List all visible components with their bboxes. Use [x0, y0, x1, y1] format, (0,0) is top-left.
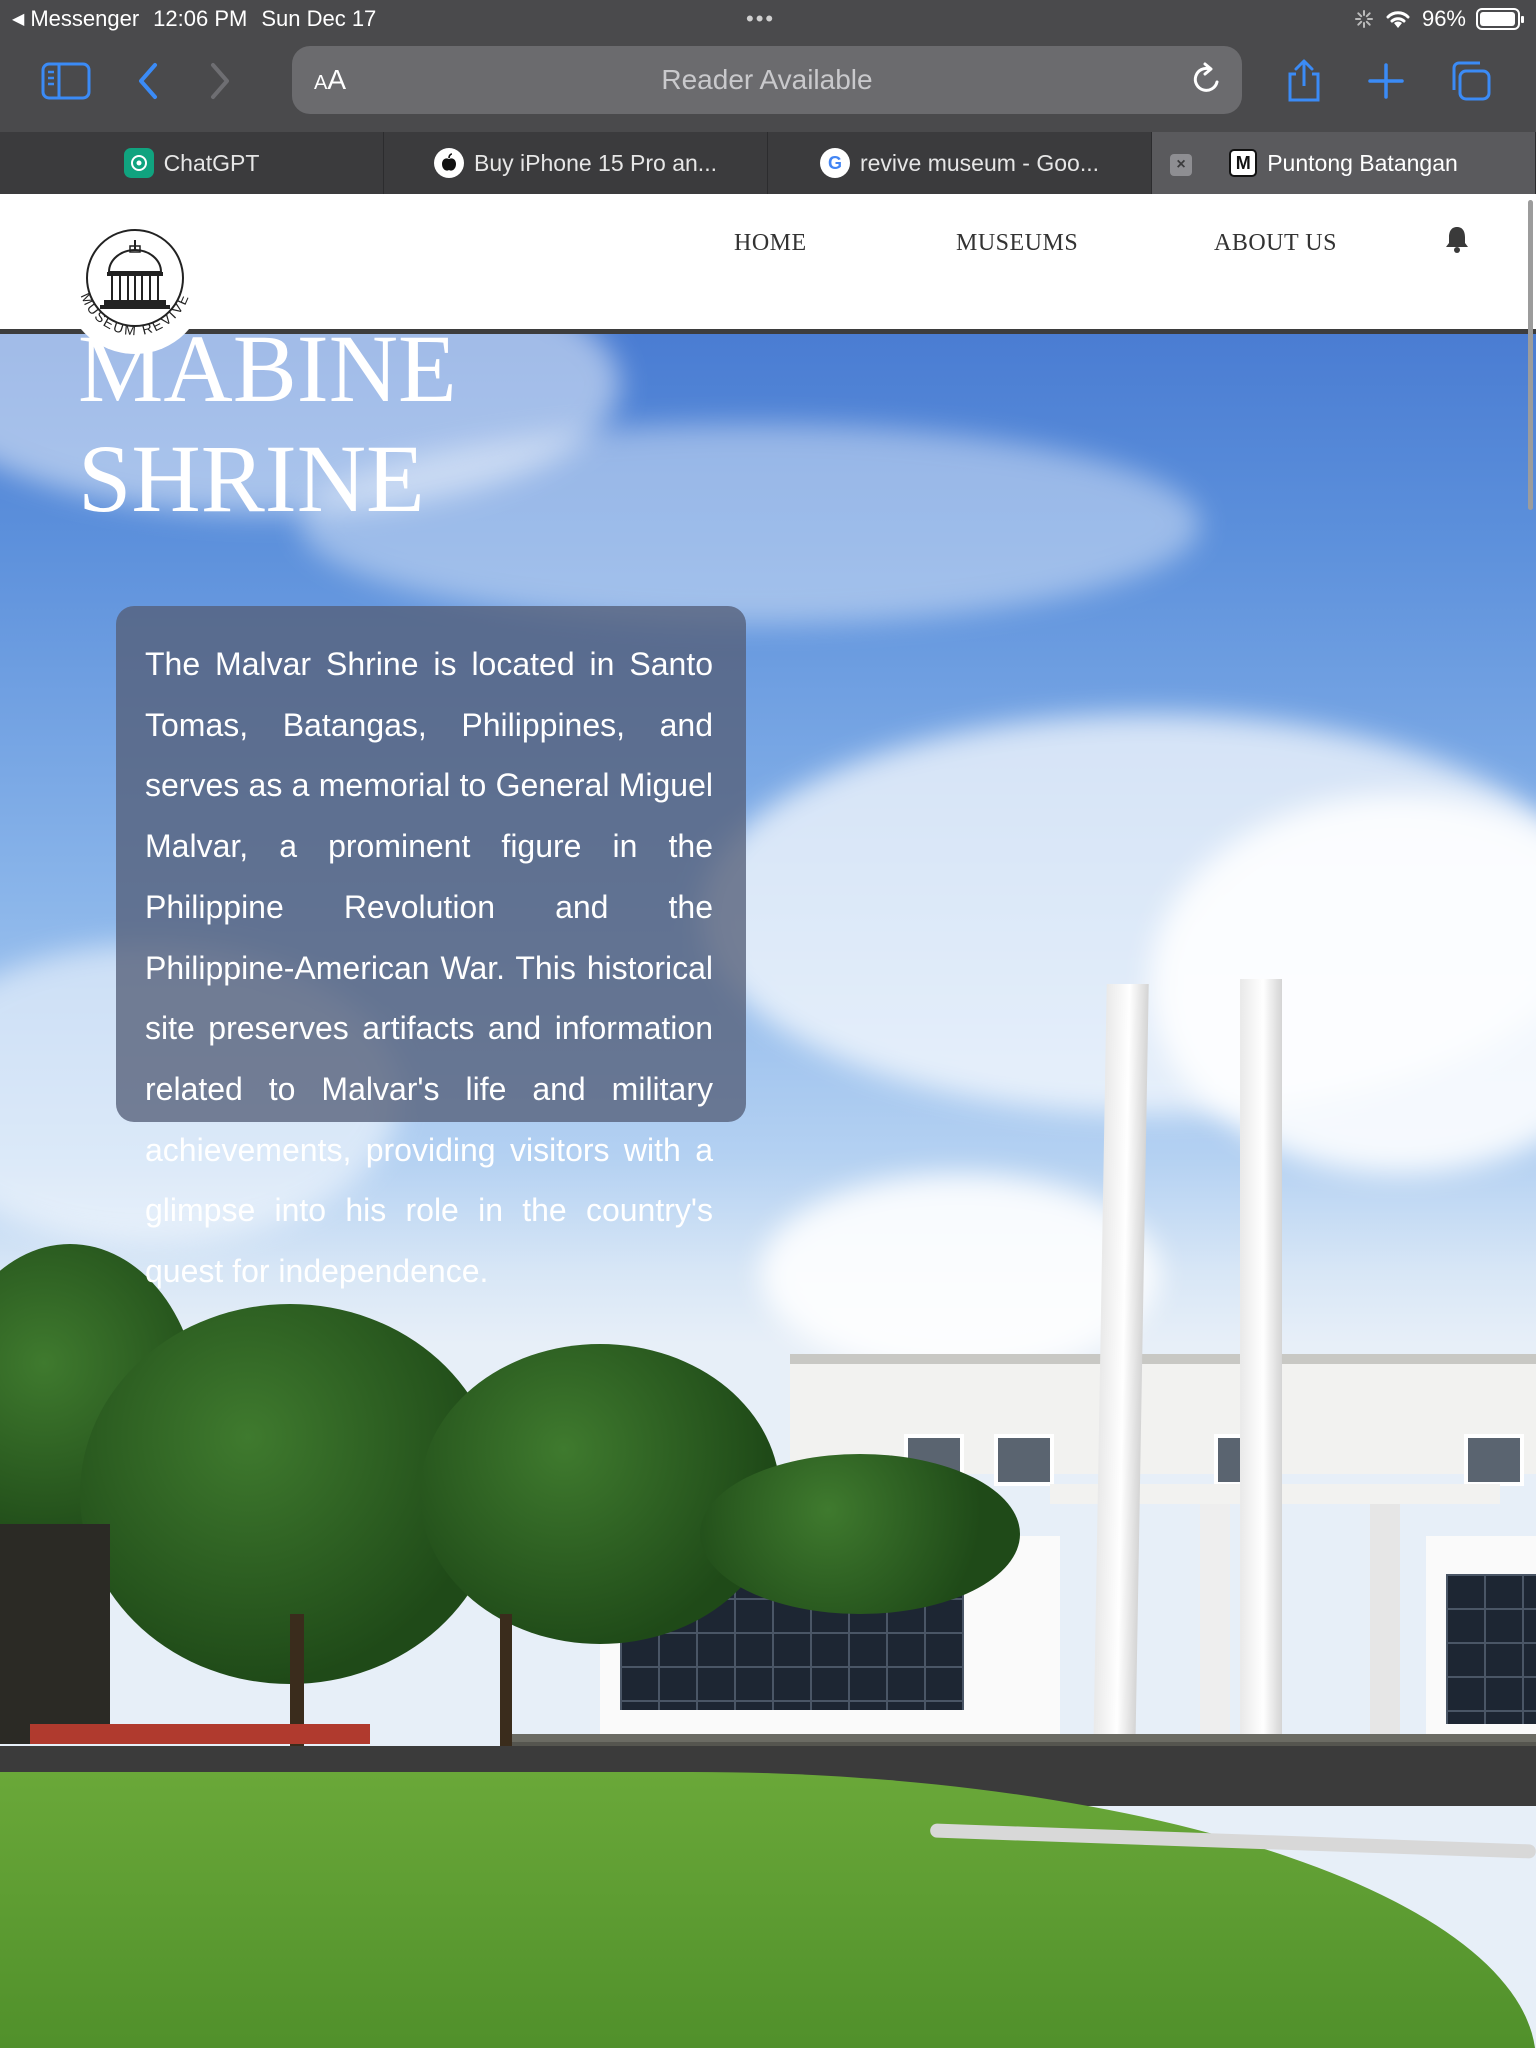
- status-date: Sun Dec 17: [261, 6, 377, 31]
- back-button[interactable]: [120, 56, 176, 106]
- tabs-icon: [1452, 61, 1491, 101]
- tab-bar: ChatGPT Buy iPhone 15 Pro an... G revive…: [0, 132, 1536, 194]
- forward-button[interactable]: [192, 56, 248, 106]
- status-bar: ◀ Messenger 12:06 PM Sun Dec 17 ••• 96%: [0, 0, 1536, 40]
- shrine-description: The Malvar Shrine is located in Santo To…: [145, 646, 713, 1290]
- share-icon: [1288, 59, 1320, 102]
- notification-bell-button[interactable]: [1444, 224, 1470, 259]
- sidebar-icon: [41, 62, 91, 100]
- loading-spinner-icon: [1354, 10, 1373, 28]
- bell-icon: [1446, 227, 1468, 253]
- m-icon: M: [1229, 149, 1258, 177]
- reload-button[interactable]: [1190, 60, 1224, 103]
- back-to-app-icon[interactable]: ◀: [12, 9, 24, 29]
- new-tab-button[interactable]: [1358, 56, 1414, 106]
- address-bar[interactable]: AA Reader Available: [292, 46, 1242, 114]
- sidebar-toggle-button[interactable]: [38, 56, 94, 106]
- tab-puntong-batangan[interactable]: × M Puntong Batangan: [1152, 132, 1536, 194]
- nav-museums[interactable]: MUSEUMS: [956, 230, 1078, 257]
- share-button[interactable]: [1276, 56, 1332, 106]
- tab-label: Puntong Batangan: [1267, 149, 1458, 176]
- title-line-2: SHRINE: [78, 425, 425, 532]
- battery-level: [1480, 12, 1515, 26]
- wifi-icon: [1386, 11, 1410, 28]
- battery-icon: [1476, 8, 1524, 30]
- apple-icon: [434, 148, 465, 178]
- nav-home[interactable]: HOME: [734, 230, 807, 257]
- museum-dome-icon: MUSEUM REVIVE: [78, 229, 190, 338]
- monument-pillar: [1240, 979, 1282, 1754]
- google-icon: G: [819, 148, 850, 178]
- tab-chatgpt[interactable]: ChatGPT: [0, 132, 384, 194]
- page-scrollbar[interactable]: [1528, 200, 1533, 510]
- chatgpt-icon: [123, 148, 154, 178]
- chevron-right-icon: [211, 63, 229, 99]
- close-tab-icon[interactable]: ×: [1170, 154, 1192, 176]
- tab-google[interactable]: G revive museum - Goo...: [768, 132, 1152, 194]
- lawn: [0, 1772, 1536, 2048]
- plus-icon: [1368, 63, 1404, 99]
- museum-revive-logo[interactable]: MUSEUM REVIVE: [64, 212, 206, 354]
- status-time: 12:06 PM: [153, 6, 248, 31]
- site-navbar: HOME MUSEUMS ABOUT US: [0, 194, 1536, 334]
- tab-label: ChatGPT: [163, 149, 260, 176]
- address-text[interactable]: Reader Available: [292, 64, 1242, 96]
- battery-percent: 96%: [1421, 6, 1466, 31]
- tab-label: revive museum - Goo...: [859, 149, 1100, 176]
- multitasking-dots-icon[interactable]: •••: [746, 6, 775, 32]
- browser-toolbar: AA Reader Available: [0, 40, 1536, 132]
- tab-overview-button[interactable]: [1442, 56, 1498, 106]
- back-app-label[interactable]: Messenger: [30, 6, 139, 32]
- web-page[interactable]: HOME MUSEUMS ABOUT US MUSEUM REVIVE MABI…: [0, 194, 1536, 2048]
- nav-about-us[interactable]: ABOUT US: [1214, 230, 1337, 257]
- tab-apple[interactable]: Buy iPhone 15 Pro an...: [384, 132, 768, 194]
- tab-label: Buy iPhone 15 Pro an...: [474, 149, 717, 176]
- chevron-left-icon: [139, 63, 157, 99]
- reload-icon: [1193, 62, 1219, 92]
